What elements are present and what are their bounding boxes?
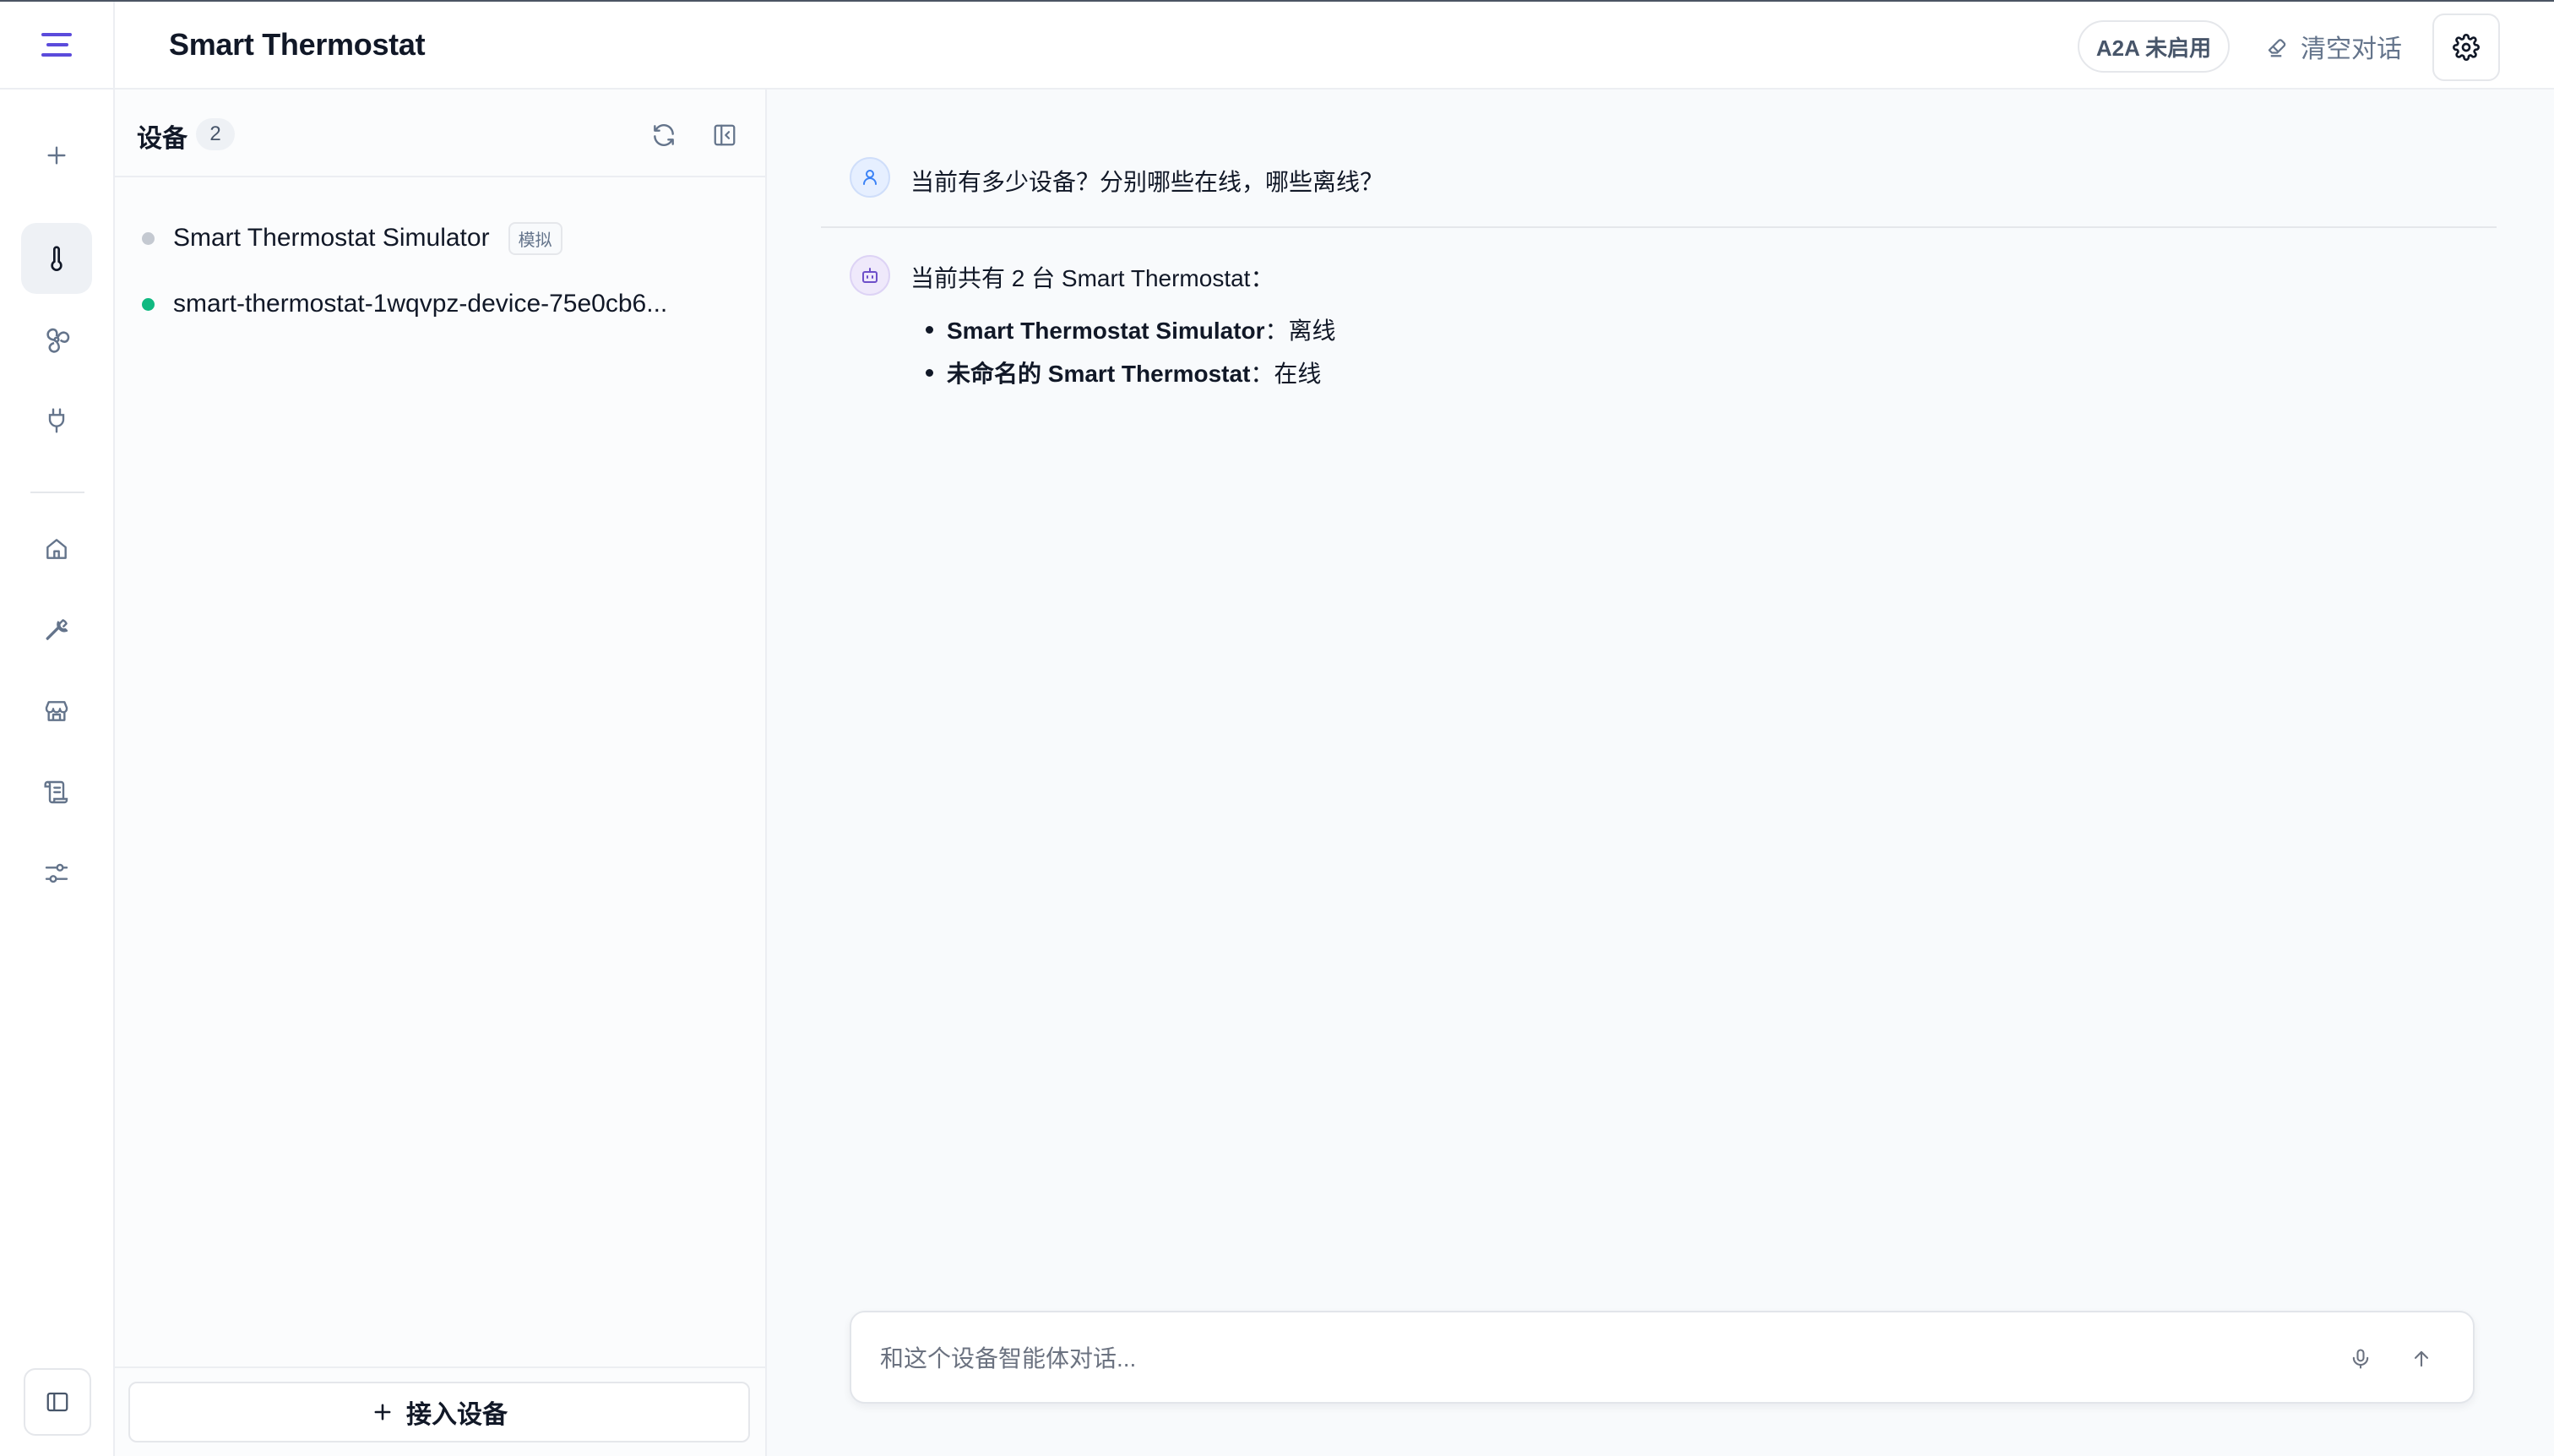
settings-button[interactable] <box>2432 14 2500 81</box>
left-rail <box>0 2 115 1456</box>
rail-item-fan[interactable] <box>21 304 92 375</box>
device-panel-footer: 接入设备 <box>115 1366 765 1456</box>
wrench-icon <box>43 617 70 644</box>
device-name: smart-thermostat-1wqvpz-device-75e0cb6..… <box>173 290 668 318</box>
bullet-dot <box>926 368 933 377</box>
message-composer <box>850 1311 2475 1404</box>
user-icon <box>860 167 880 187</box>
eraser-icon <box>2263 34 2289 59</box>
sliders-icon <box>43 860 70 887</box>
send-button[interactable] <box>2402 1339 2441 1378</box>
home-icon <box>43 535 70 562</box>
store-icon <box>43 698 70 725</box>
user-avatar <box>850 157 890 198</box>
bullet-rest-text: ：在线 <box>1250 361 1322 387</box>
plus-icon <box>43 142 70 169</box>
rail-item-home[interactable] <box>21 513 92 584</box>
bullet-dot <box>926 325 933 334</box>
refresh-icon <box>650 122 677 149</box>
chat-area: 当前有多少设备？分别哪些在线，哪些离线？ 当前共有 2 台 Smart Ther… <box>767 90 2554 1456</box>
rail-item-tools[interactable] <box>21 595 92 666</box>
scroll-icon <box>43 779 70 806</box>
robot-icon <box>860 265 880 285</box>
bullet-bold-text: 未命名的 Smart Thermostat <box>947 361 1251 387</box>
device-panel-title: 设备 <box>137 125 187 153</box>
panel-collapse-icon <box>712 122 737 148</box>
status-dot-online <box>142 297 155 311</box>
device-panel: 设备 2 Smart Thermostat Simulator 模拟 smart… <box>115 90 767 1456</box>
a2a-status-badge[interactable]: A2A 未启用 <box>2078 20 2230 73</box>
add-device-label: 接入设备 <box>406 1401 508 1429</box>
plug-icon <box>43 407 70 434</box>
collapse-panel-button[interactable] <box>708 118 742 152</box>
page-title: Smart Thermostat <box>169 27 426 62</box>
fan-icon <box>42 325 71 354</box>
thermometer-icon <box>43 245 70 272</box>
device-panel-header: 设备 2 <box>115 90 765 177</box>
bot-message-bullet: 未命名的 Smart Thermostat：在线 <box>926 356 1321 389</box>
clear-conversation-label: 清空对话 <box>2301 35 2402 63</box>
rail-item-settings[interactable] <box>21 838 92 909</box>
sidebar-toggle-icon <box>45 1389 70 1415</box>
bot-message-intro: 当前共有 2 台 Smart Thermostat： <box>910 265 1274 291</box>
clear-conversation-button[interactable]: 清空对话 <box>2263 20 2402 73</box>
bot-avatar <box>850 255 890 296</box>
user-message: 当前有多少设备？分别哪些在线，哪些离线？ <box>910 169 1384 195</box>
rail-item-store[interactable] <box>21 676 92 747</box>
app-header: Smart Thermostat A2A 未启用 清空对话 <box>115 2 2554 90</box>
add-device-button[interactable]: 接入设备 <box>128 1382 750 1442</box>
arrow-up-icon <box>2410 1347 2433 1371</box>
device-item-real[interactable]: smart-thermostat-1wqvpz-device-75e0cb6..… <box>142 287 667 321</box>
rail-item-plug[interactable] <box>21 385 92 456</box>
toggle-sidebar-button[interactable] <box>24 1368 91 1436</box>
plus-icon <box>371 1400 394 1424</box>
device-item-simulator[interactable]: Smart Thermostat Simulator 模拟 <box>142 221 562 255</box>
voice-input-button[interactable] <box>2341 1339 2380 1378</box>
chat-input[interactable] <box>880 1338 2316 1380</box>
device-count-badge: 2 <box>196 118 235 150</box>
device-name: Smart Thermostat Simulator <box>173 224 490 252</box>
bullet-bold-text: Smart Thermostat Simulator <box>947 318 1265 344</box>
bullet-rest-text: ：离线 <box>1264 318 1336 344</box>
rail-item-scripts[interactable] <box>21 757 92 828</box>
menu-logo-icon[interactable] <box>40 31 73 58</box>
gear-icon <box>2453 34 2480 61</box>
message-divider <box>821 226 2497 228</box>
rail-divider <box>30 492 84 493</box>
refresh-devices-button[interactable] <box>647 118 681 152</box>
new-chat-button[interactable] <box>21 120 92 191</box>
simulated-tag: 模拟 <box>508 221 562 255</box>
rail-header <box>0 2 113 90</box>
bot-message-bullet: Smart Thermostat Simulator：离线 <box>926 312 1336 346</box>
status-dot-offline <box>142 231 155 245</box>
rail-item-thermostat[interactable] <box>21 223 92 294</box>
microphone-icon <box>2349 1347 2372 1371</box>
